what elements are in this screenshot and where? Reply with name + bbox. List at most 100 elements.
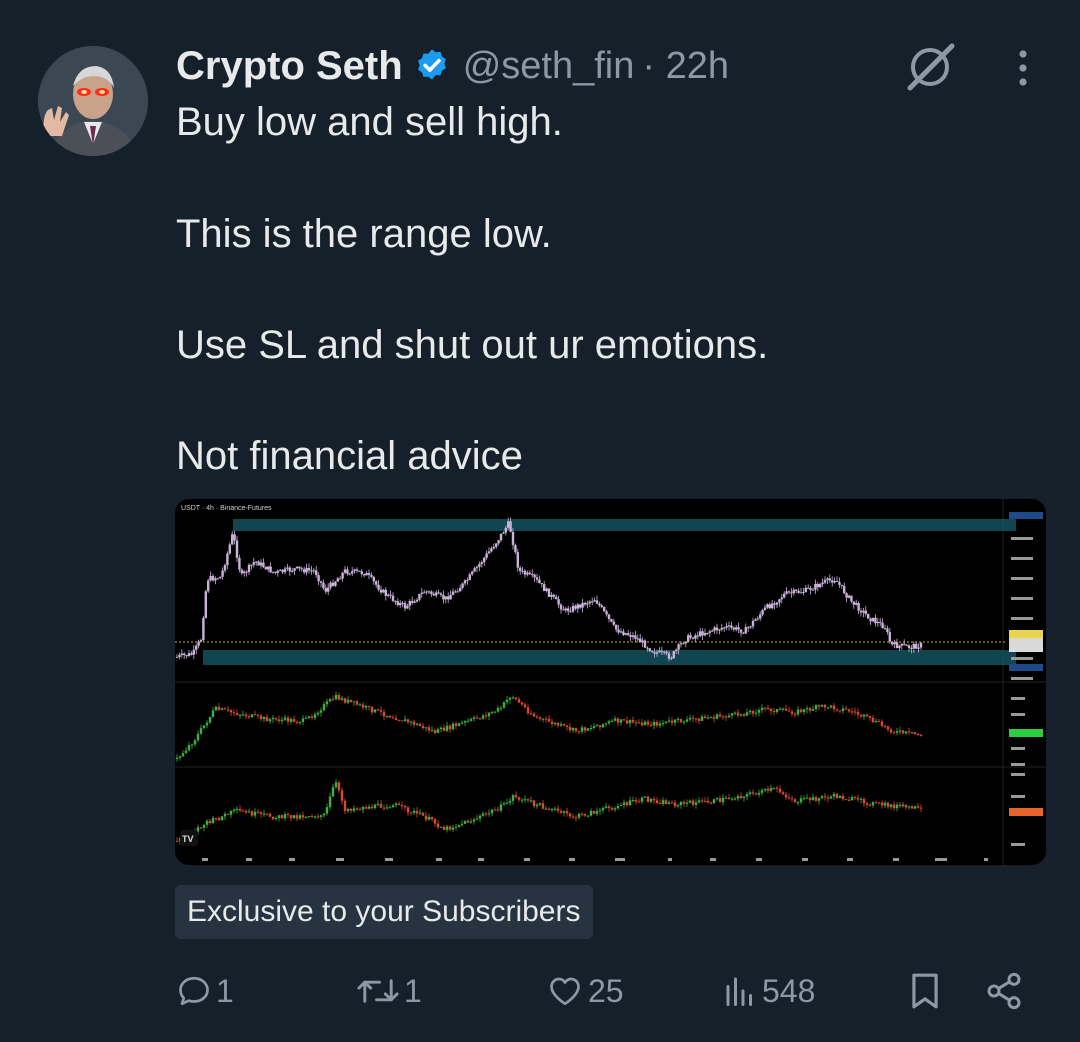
price-candle-body <box>591 601 594 603</box>
price-candle-body <box>382 589 385 593</box>
indicator-2-candle-body <box>838 795 842 799</box>
repost-button[interactable]: 1 <box>356 962 422 1020</box>
indicator-1-candle-body <box>247 716 251 718</box>
indicator-1-candle-body <box>574 727 578 732</box>
indicator-1-candle-body <box>475 717 479 719</box>
price-candle-body <box>195 645 198 650</box>
indicator-2-candle-body <box>331 787 335 797</box>
indicator-2-candle-body <box>241 810 245 812</box>
indicator-1-candle-body <box>772 711 776 713</box>
like-button[interactable]: 25 <box>546 962 624 1020</box>
indicator-1-candle-body <box>370 706 374 713</box>
chart-image[interactable]: USDT · 4h · Binance-Futures TV <box>175 499 1046 865</box>
indicator-1-candle-body <box>808 708 812 711</box>
indicator-2-candle-body <box>727 797 731 800</box>
price-candle-body <box>336 578 339 582</box>
indicator-1-candle-body <box>382 711 386 717</box>
indicator-2-candle-body <box>490 809 494 814</box>
indicator-2-candle-body <box>742 796 746 799</box>
more-icon[interactable] <box>1008 46 1038 90</box>
indicator-1-candle-body <box>712 717 716 719</box>
indicator-1-candle-body <box>310 716 314 718</box>
indicator-1-candle-body <box>844 708 848 710</box>
indicator-2-candle-body <box>496 809 500 811</box>
price-candle-body <box>658 650 661 653</box>
price-candle-body <box>509 521 512 532</box>
avatar[interactable] <box>38 46 148 156</box>
indicator-2-candle-body <box>271 816 275 820</box>
indicator-1-candle-body <box>217 706 221 710</box>
indicator-1-candle-body <box>817 705 821 707</box>
indicator-1-candle-body <box>493 711 497 713</box>
price-candle-body <box>411 601 414 603</box>
indicator-1-candle-body <box>685 719 689 722</box>
subscribers-label: Exclusive to your Subscribers <box>187 895 581 928</box>
price-candle-body <box>670 658 673 660</box>
indicator-2-candle-body <box>553 808 557 810</box>
author-name[interactable]: Crypto Seth <box>176 44 403 89</box>
price-candle-body <box>219 576 222 579</box>
price-candle-body <box>891 641 894 645</box>
indicator-1-candle-body <box>916 734 920 736</box>
indicator-1-candle-body <box>898 730 902 732</box>
indicator-2-candle-body <box>376 803 380 805</box>
indicator-2-candle-body <box>415 810 419 814</box>
price-candle-body <box>641 640 644 643</box>
indicator-2-candle-body <box>487 813 491 815</box>
price-candle-body <box>600 605 603 608</box>
indicator-1-candle-body <box>589 727 593 729</box>
price-candle-body <box>303 569 306 573</box>
indicator-2-candle-body <box>394 803 398 806</box>
price-candle-body <box>756 618 759 620</box>
indicator-2-candle-body <box>247 811 251 813</box>
indicator-1-candle-body <box>646 721 650 725</box>
indicator-2-candle-body <box>391 805 395 808</box>
price-candle-body <box>286 567 289 569</box>
price-candle-body <box>689 635 692 638</box>
price-candle-body <box>559 604 563 610</box>
indicator-1-candle-body <box>358 704 362 706</box>
price-candle-body <box>305 567 308 573</box>
indicator-2-candle-body <box>304 816 308 818</box>
indicator-2-candle-body <box>817 798 821 801</box>
reply-button[interactable]: 1 <box>176 962 234 1020</box>
indicator-1-candle-body <box>313 714 317 718</box>
indicator-1-candle-body <box>403 719 407 722</box>
indicator-1-candle-body <box>502 702 506 708</box>
repost-icon <box>357 979 399 1003</box>
indicator-1-candle-body <box>895 731 899 733</box>
bookmark-button[interactable] <box>906 962 944 1020</box>
indicator-2-candle-body <box>688 800 692 803</box>
indicator-1-candle-body <box>700 716 704 721</box>
author-handle[interactable]: @seth_fin <box>463 45 635 88</box>
indicator-2-candle-body <box>454 826 458 828</box>
price-candle-body <box>487 551 491 554</box>
indicator-1-candle-body <box>706 717 710 719</box>
indicator-1-candle-body <box>760 707 764 710</box>
indicator-1-candle-body <box>442 727 446 731</box>
price-candle-body <box>713 627 716 631</box>
indicator-2-candle-body <box>556 808 560 811</box>
price-candle-body <box>663 651 666 653</box>
share-button[interactable] <box>984 962 1024 1020</box>
grok-icon[interactable] <box>902 42 958 92</box>
price-candle-body <box>833 580 836 583</box>
indicator-1-candle-body <box>742 714 746 716</box>
views-button[interactable]: 548 <box>722 962 815 1020</box>
price-candle-body <box>415 599 419 602</box>
indicator-2-candle-body <box>433 819 437 824</box>
price-candle-body <box>660 650 663 652</box>
indicator-1-candle-body <box>688 717 692 720</box>
post-timestamp[interactable]: · 22h <box>642 45 729 88</box>
indicator-1-candle-body <box>799 709 803 713</box>
price-candle-body <box>197 641 200 646</box>
indicator-2-candle-body <box>583 814 587 816</box>
price-candle-body <box>427 591 431 593</box>
indicator-2-candle-body <box>796 802 800 804</box>
price-candle-body <box>331 582 335 586</box>
price-candle-body <box>377 584 380 590</box>
indicator-1-candle-body <box>658 723 662 726</box>
indicator-1-candle-body <box>268 719 272 722</box>
price-candle-body <box>346 569 349 574</box>
price-candle-body <box>187 653 191 657</box>
